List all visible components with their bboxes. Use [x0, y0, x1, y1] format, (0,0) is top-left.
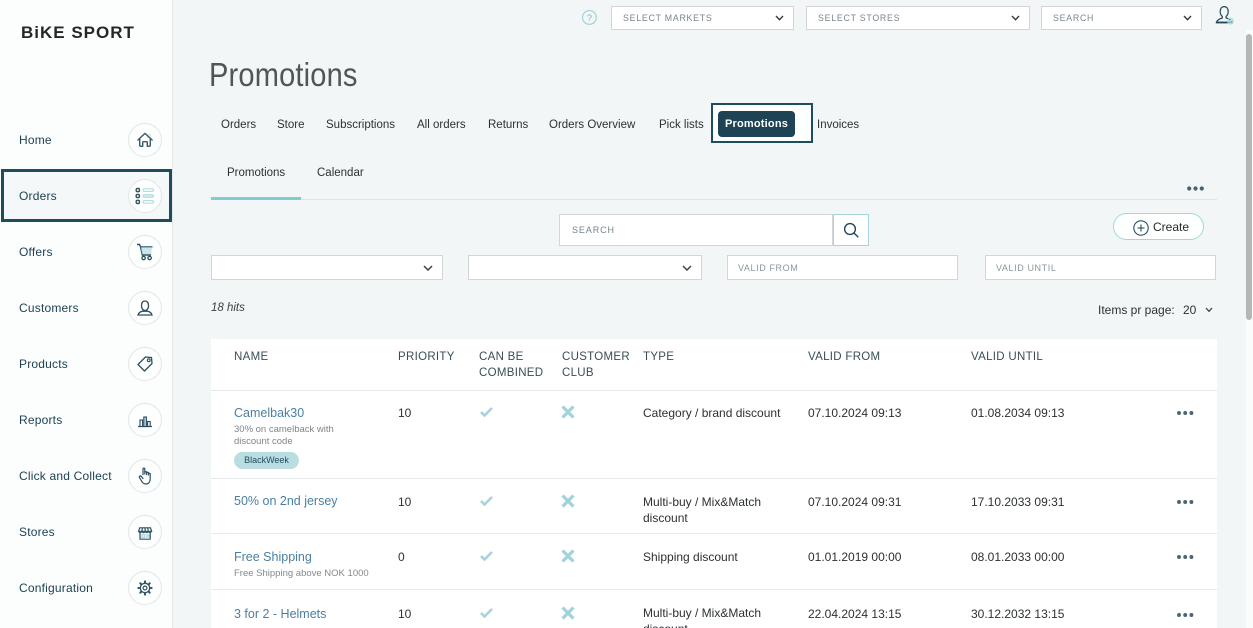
svg-text:?: ? — [587, 13, 592, 24]
